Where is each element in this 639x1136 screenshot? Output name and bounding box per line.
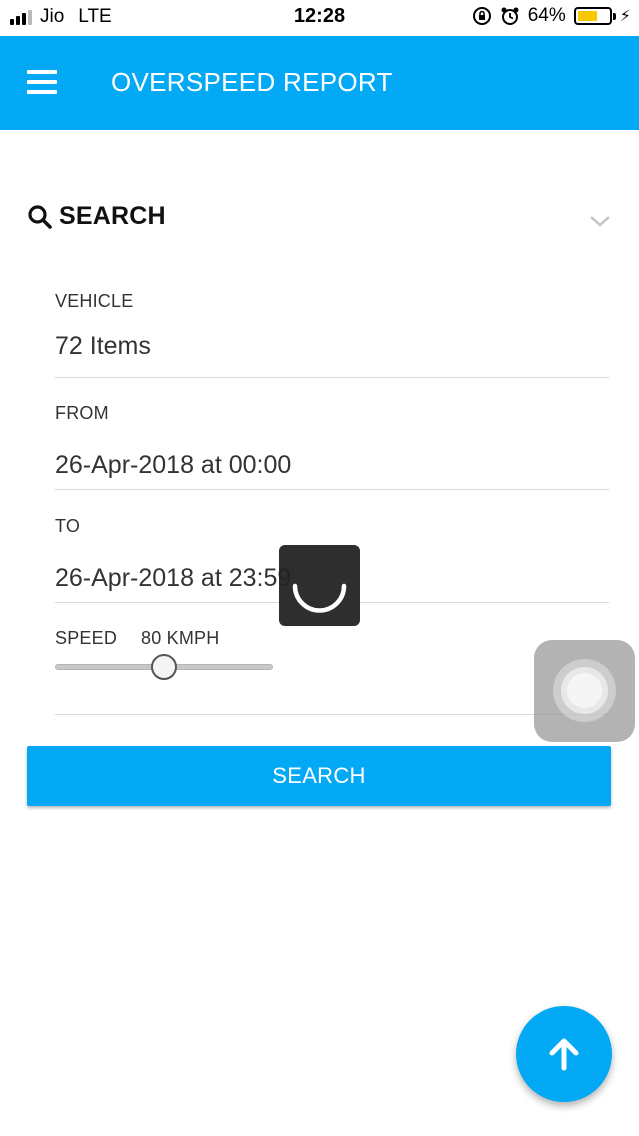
- battery-icon: [573, 7, 616, 25]
- loading-spinner-icon: [279, 545, 360, 626]
- speed-slider[interactable]: [55, 654, 273, 680]
- from-datetime-field[interactable]: 26-Apr-2018 at 00:00: [55, 451, 291, 480]
- page-title: OVERSPEED REPORT: [111, 67, 393, 97]
- search-section-title: SEARCH: [59, 202, 166, 230]
- hamburger-icon[interactable]: [27, 70, 57, 94]
- scroll-top-button[interactable]: [516, 1006, 612, 1102]
- vehicle-label: VEHICLE: [55, 291, 134, 311]
- status-bar: Jio LTE 12:28 64% ⚡: [0, 0, 639, 36]
- assistive-touch-icon[interactable]: [534, 640, 635, 742]
- charging-icon: ⚡: [619, 8, 631, 25]
- search-button[interactable]: SEARCH: [27, 746, 611, 806]
- vehicle-select[interactable]: 72 Items: [55, 332, 151, 361]
- vehicle-divider: [55, 377, 609, 378]
- rotation-lock-icon: [472, 7, 491, 25]
- speed-label: SPEED: [55, 628, 118, 648]
- slider-thumb[interactable]: [151, 654, 177, 680]
- from-label: FROM: [55, 403, 109, 423]
- from-divider: [55, 489, 609, 490]
- chevron-down-icon[interactable]: [589, 213, 611, 229]
- speed-divider: [55, 714, 609, 715]
- app-header: OVERSPEED REPORT: [0, 36, 639, 130]
- search-section-header[interactable]: SEARCH: [27, 202, 166, 231]
- speed-value: 80 KMPH: [141, 628, 220, 648]
- status-right: 64% ⚡: [472, 5, 631, 27]
- search-icon: [28, 204, 52, 229]
- alarm-icon: [501, 7, 519, 25]
- to-datetime-field[interactable]: 26-Apr-2018 at 23:59: [55, 564, 291, 593]
- to-label: TO: [55, 516, 81, 536]
- battery-percent: 64%: [527, 5, 566, 26]
- arrow-up-icon: [549, 1038, 579, 1071]
